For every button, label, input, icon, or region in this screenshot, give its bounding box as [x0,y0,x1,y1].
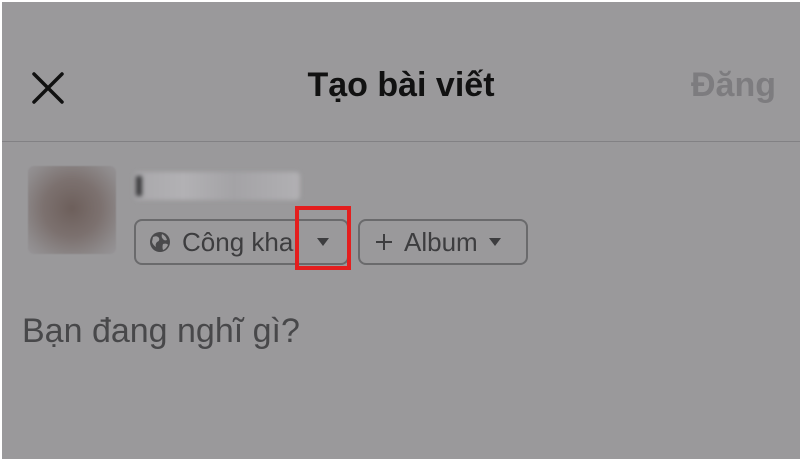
header: Tạo bài viết Đăng [2,2,800,142]
highlight-annotation [295,206,351,270]
post-button[interactable]: Đăng [691,66,776,105]
globe-icon [150,232,170,252]
username-redacted-mark [136,176,142,196]
username-redacted [134,172,300,200]
plus-icon [376,234,392,250]
page-title: Tạo bài viết [307,66,495,104]
create-post-screen: Tạo bài viết Đăng Công khai Album Bạn đa… [2,2,800,459]
avatar [28,166,116,254]
album-label: Album [404,226,478,257]
header-divider [2,141,800,142]
chevron-down-icon [488,238,501,246]
post-composer-input[interactable]: Bạn đang nghĩ gì? [22,312,300,351]
audience-label: Công khai [182,226,300,257]
album-button[interactable]: Album [358,219,528,265]
